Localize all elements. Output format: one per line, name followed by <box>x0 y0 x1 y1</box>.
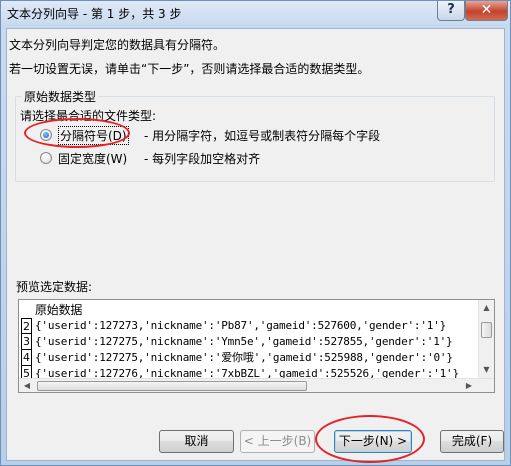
horizontal-scroll-thumb[interactable] <box>37 381 307 391</box>
dialog-body: 文本分列向导判定您的数据具有分隔符。 若一切设置无误，请单击“下一步”，否则请选… <box>6 28 505 461</box>
preview-row: 4 {'userid':127275,'nickname':'爱你哦','gam… <box>21 350 479 366</box>
text-import-wizard-window: 文本分列向导 - 第 1 步，共 3 步 ? ✕ 文本分列向导判定您的数据具有分… <box>0 0 511 466</box>
preview-row: 原始数据 <box>21 302 479 318</box>
back-button[interactable]: < 上一步(B) <box>240 430 315 453</box>
intro-line-2: 若一切设置无误，请单击“下一步”，否则请选择最合适的数据类型。 <box>9 62 370 76</box>
intro-line-1: 文本分列向导判定您的数据具有分隔符。 <box>9 38 226 52</box>
preview-row-text: 原始数据 <box>35 303 83 317</box>
group-legend: 原始数据类型 <box>22 88 99 105</box>
preview-row-text: {'userid':127275,'nickname':'Ymn5e','gam… <box>35 335 453 348</box>
preview-horizontal-scrollbar[interactable]: ◀ ▶ <box>19 378 494 392</box>
finish-button[interactable]: 完成(F) <box>440 430 504 453</box>
row-number: 3 <box>21 334 32 350</box>
radio-fixed-width-button[interactable] <box>40 152 52 164</box>
scroll-up-arrow-icon[interactable]: ▲ <box>479 300 494 316</box>
file-type-prompt: 请选择最合适的文件类型: <box>20 109 157 123</box>
scroll-down-arrow-icon[interactable]: ▼ <box>479 362 494 378</box>
preview-vertical-scrollbar[interactable]: ▲ ▼ <box>478 300 494 378</box>
cancel-button[interactable]: 取消 <box>159 430 234 453</box>
preview-row: 2 {'userid':127273,'nickname':'Pb87','ga… <box>21 318 479 334</box>
preview-grid: 原始数据 2 {'userid':127273,'nickname':'Pb87… <box>21 302 479 384</box>
radio-fixed-width-label[interactable]: 固定宽度(W) <box>58 150 127 167</box>
next-button[interactable]: 下一步(N) > <box>334 430 412 453</box>
preview-row-text: {'userid':127275,'nickname':'爱你哦','gamei… <box>35 351 453 364</box>
row-number: 2 <box>21 318 32 334</box>
preview-label: 预览选定数据: <box>16 280 93 294</box>
help-button[interactable]: ? <box>437 1 465 21</box>
radio-delimited-description: - 用分隔字符，如逗号或制表符分隔每个字段 <box>144 129 381 143</box>
radio-delimited-button[interactable] <box>40 129 52 141</box>
preview-row: 3 {'userid':127275,'nickname':'Ymn5e','g… <box>21 334 479 350</box>
window-title: 文本分列向导 - 第 1 步，共 3 步 <box>7 7 182 21</box>
scroll-left-arrow-icon[interactable]: ◀ <box>19 379 35 393</box>
close-button[interactable]: ✕ <box>465 1 508 21</box>
radio-delimited-label[interactable]: 分隔符号(D) <box>58 126 129 145</box>
data-preview[interactable]: 原始数据 2 {'userid':127273,'nickname':'Pb87… <box>18 299 495 393</box>
radio-fixed-width-description: - 每列字段加空格对齐 <box>144 152 261 166</box>
vertical-scroll-thumb[interactable] <box>481 322 492 338</box>
preview-row-text: {'userid':127273,'nickname':'Pb87','game… <box>35 319 447 332</box>
original-data-type-group: 原始数据类型 请选择最合适的文件类型: 分隔符号(D) - 用分隔字符，如逗号或… <box>15 88 495 182</box>
row-number: 4 <box>21 350 32 366</box>
title-bar[interactable]: 文本分列向导 - 第 1 步，共 3 步 ? ✕ <box>1 1 510 27</box>
scroll-right-arrow-icon[interactable]: ▶ <box>461 379 477 393</box>
